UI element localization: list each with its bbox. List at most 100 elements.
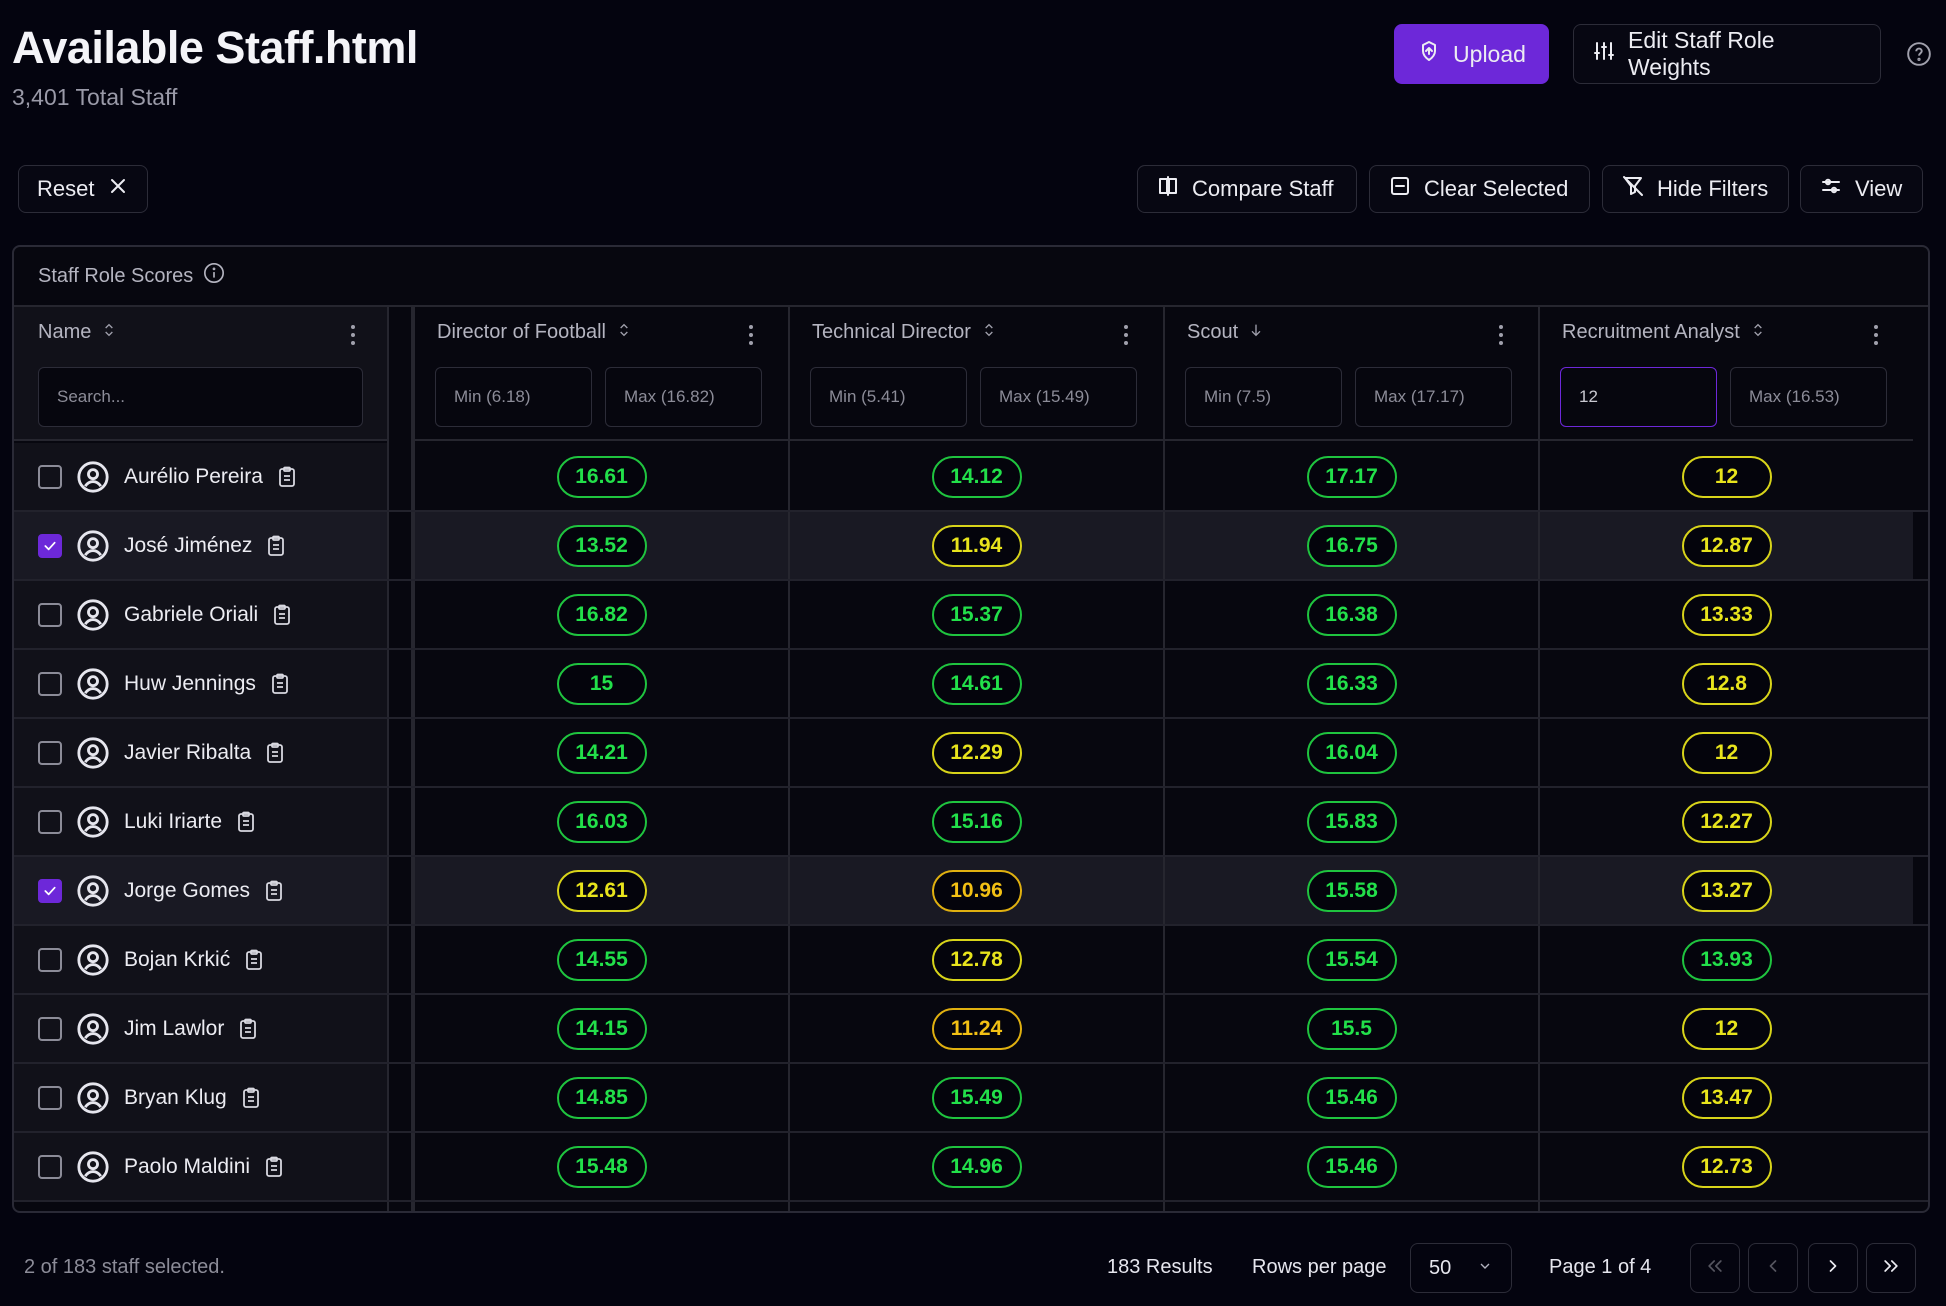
row-checkbox[interactable]	[38, 809, 62, 834]
score-pill: 10.96	[931, 869, 1022, 912]
min-filter-input[interactable]: Min (7.5)	[1185, 367, 1342, 427]
user-avatar-icon	[76, 529, 110, 563]
rows-per-page-select[interactable]: 50	[1410, 1243, 1512, 1293]
row-checkbox[interactable]	[38, 878, 62, 903]
reset-button[interactable]: Reset	[18, 165, 148, 213]
table-row[interactable]: Aurélio Pereira 16.61 14.12 17.17 12	[14, 443, 1928, 512]
reset-label: Reset	[37, 176, 95, 201]
score-pill: 16.33	[1306, 662, 1397, 705]
max-filter-input[interactable]: Max (15.49)	[980, 367, 1137, 427]
column-sort-header[interactable]: Recruitment Analyst	[1562, 321, 1766, 344]
more-icon[interactable]	[1123, 323, 1129, 347]
row-checkbox[interactable]	[38, 1016, 62, 1041]
table-row[interactable]: Gabriele Oriali 16.82 15.37 16.38 13.33	[14, 581, 1928, 650]
score-pill: 15.58	[1306, 869, 1397, 912]
table-row[interactable]: Bojan Krkić 14.55 12.78 15.54 13.93	[14, 926, 1928, 995]
row-checkbox[interactable]	[38, 740, 62, 765]
clipboard-icon[interactable]	[264, 1156, 284, 1178]
staff-name[interactable]: Jorge Gomes	[124, 879, 250, 903]
staff-name[interactable]: Javier Ribalta	[124, 741, 251, 765]
score-cell: 12.27	[1540, 788, 1913, 855]
hide-filters-button[interactable]: Hide Filters	[1602, 165, 1789, 213]
search-input[interactable]: Search...	[38, 367, 363, 427]
min-filter-input[interactable]: Min (5.41)	[810, 367, 967, 427]
row-checkbox[interactable]	[38, 1154, 62, 1179]
clipboard-icon[interactable]	[277, 466, 297, 488]
more-icon[interactable]	[748, 323, 754, 347]
user-avatar-icon	[76, 598, 110, 632]
max-filter-input[interactable]: Max (16.53)	[1730, 367, 1887, 427]
last-page-button[interactable]	[1866, 1243, 1916, 1293]
clipboard-icon[interactable]	[264, 880, 284, 902]
clipboard-icon[interactable]	[241, 1087, 261, 1109]
row-checkbox[interactable]	[38, 464, 62, 489]
table-row[interactable]: Javier Ribalta 14.21 12.29 16.04 12	[14, 719, 1928, 788]
chevrons-left-icon	[1705, 1256, 1725, 1281]
help-icon[interactable]	[1906, 41, 1932, 67]
clipboard-icon[interactable]	[236, 811, 256, 833]
sort-icon	[1750, 321, 1766, 344]
table-row[interactable]: Jim Lawlor 14.15 11.24 15.5 12	[14, 995, 1928, 1064]
clipboard-icon[interactable]	[266, 535, 286, 557]
clipboard-icon[interactable]	[272, 604, 292, 626]
row-checkbox[interactable]	[38, 1085, 62, 1110]
more-icon[interactable]	[1498, 323, 1504, 347]
row-checkbox[interactable]	[38, 533, 62, 558]
score-cell: 14.12	[790, 443, 1163, 510]
table-row[interactable]: Jorge Gomes 12.61 10.96 15.58 13.27	[14, 857, 1928, 926]
name-sort-header[interactable]: Name	[38, 321, 117, 344]
column-sort-header[interactable]: Scout	[1187, 321, 1264, 344]
staff-name[interactable]: Aurélio Pereira	[124, 465, 263, 489]
score-cell: 16.38	[1165, 581, 1538, 648]
staff-name[interactable]: Jim Lawlor	[124, 1017, 224, 1041]
row-checkbox[interactable]	[38, 671, 62, 696]
more-icon[interactable]	[1873, 323, 1879, 347]
previous-page-button[interactable]	[1748, 1243, 1798, 1293]
clipboard-icon[interactable]	[238, 1018, 258, 1040]
score-pill: 12	[1681, 455, 1772, 498]
score-pill: 14.55	[556, 938, 647, 981]
edit-staff-role-weights-button[interactable]: Edit Staff Role Weights	[1573, 24, 1881, 84]
name-cell: Javier Ribalta	[14, 719, 387, 786]
compare-staff-button[interactable]: Compare Staff	[1137, 165, 1357, 213]
info-icon[interactable]	[203, 262, 225, 290]
staff-name[interactable]: José Jiménez	[124, 534, 252, 558]
column-sort-header[interactable]: Technical Director	[812, 321, 997, 344]
column-sort-header[interactable]: Director of Football	[437, 321, 632, 344]
name-header-label: Name	[38, 321, 92, 343]
clipboard-icon[interactable]	[244, 949, 264, 971]
clear-selected-button[interactable]: Clear Selected	[1369, 165, 1590, 213]
max-filter-input[interactable]: Max (16.82)	[605, 367, 762, 427]
table-row[interactable]: Huw Jennings 15 14.61 16.33 12.8	[14, 650, 1928, 719]
upload-button[interactable]: Upload	[1394, 24, 1549, 84]
staff-name[interactable]: Paolo Maldini	[124, 1155, 250, 1179]
row-checkbox[interactable]	[38, 947, 62, 972]
staff-name[interactable]: Huw Jennings	[124, 672, 256, 696]
table-row[interactable]: Paolo Maldini 15.48 14.96 15.46 12.73	[14, 1133, 1928, 1202]
table-row[interactable]: José Jiménez 13.52 11.94 16.75 12.87	[14, 512, 1928, 581]
min-filter-input[interactable]: 12	[1560, 367, 1717, 427]
clipboard-icon[interactable]	[265, 742, 285, 764]
first-page-button[interactable]	[1690, 1243, 1740, 1293]
staff-name[interactable]: Luki Iriarte	[124, 810, 222, 834]
score-cell: 16.33	[1165, 650, 1538, 717]
score-pill: 12.27	[1681, 800, 1772, 843]
min-filter-text: Min (7.5)	[1204, 387, 1272, 406]
max-filter-input[interactable]: Max (17.17)	[1355, 367, 1512, 427]
min-filter-input[interactable]: Min (6.18)	[435, 367, 592, 427]
table-row[interactable]: Luki Iriarte 16.03 15.16 15.83 12.27	[14, 788, 1928, 857]
score-cell: 10.96	[790, 857, 1163, 924]
staff-name[interactable]: Bryan Klug	[124, 1086, 227, 1110]
table-section-header: Staff Role Scores	[14, 247, 1928, 307]
view-button[interactable]: View	[1800, 165, 1923, 213]
table-row[interactable]: Bryan Klug 14.85 15.49 15.46 13.47	[14, 1064, 1928, 1133]
row-checkbox[interactable]	[38, 602, 62, 627]
score-pill: 15.48	[556, 1145, 647, 1188]
more-icon[interactable]	[350, 323, 356, 347]
score-cell: 15.54	[1165, 926, 1538, 993]
staff-name[interactable]: Bojan Krkić	[124, 948, 230, 972]
max-filter-text: Max (17.17)	[1374, 387, 1465, 406]
staff-name[interactable]: Gabriele Oriali	[124, 603, 258, 627]
next-page-button[interactable]	[1808, 1243, 1858, 1293]
clipboard-icon[interactable]	[270, 673, 290, 695]
